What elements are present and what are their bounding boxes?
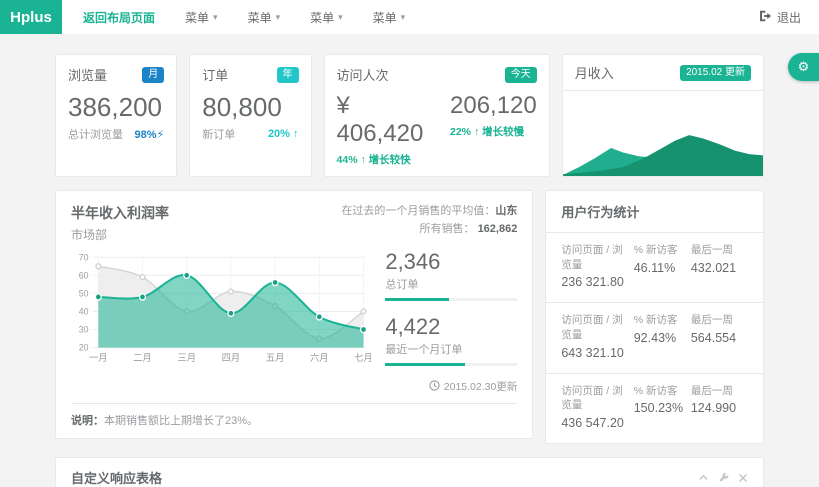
orders-sub-value: 20% ↑	[268, 128, 299, 140]
level-up-icon: ↑	[474, 126, 479, 138]
close-icon[interactable]	[738, 473, 748, 483]
logout-label: 退出	[777, 9, 801, 26]
sales-summary: 在过去的一个月销售的平均值：山东 所有销售： 162,862	[341, 203, 517, 243]
orders-card: 订单 年 80,800 新订单 20% ↑	[189, 54, 311, 177]
level-up-icon: ↑	[293, 128, 299, 140]
orders-value: 80,800	[202, 92, 298, 123]
orders-month-label: 最近一个月订单	[385, 341, 517, 357]
app-logo[interactable]: Hplus	[0, 0, 62, 34]
revenue-sparkline-chart	[563, 120, 763, 176]
visits-card: 访问人次 今天 ¥ 406,420 44% ↑ 增长较快 206,120 22%…	[324, 54, 550, 177]
svg-text:30: 30	[79, 324, 89, 334]
orders-total-label: 总订单	[385, 276, 517, 292]
top-navbar: Hplus 返回布局页面 菜单▾ 菜单▾ 菜单▾ 菜单▾ 退出	[0, 0, 819, 34]
svg-text:一月: 一月	[89, 353, 108, 364]
nav-home-link[interactable]: 返回布局页面	[68, 0, 170, 34]
sales-total-value: 162,862	[478, 223, 518, 235]
orders-sub-label: 新订单	[202, 126, 235, 142]
orders-total-progressbar	[385, 298, 517, 301]
logout-button[interactable]: 退出	[741, 0, 819, 34]
orders-month-value: 4,422	[385, 314, 517, 340]
revenue-title: 月收入	[575, 63, 614, 82]
revenue-badge: 2015.02 更新	[680, 65, 751, 81]
orders-badge: 年	[277, 67, 299, 83]
visits-col-1: ¥ 406,420 44% ↑ 增长较快	[337, 92, 424, 167]
orders-month-progressbar	[385, 363, 517, 366]
level-up-icon: ↑	[360, 154, 365, 166]
nav-menu-3[interactable]: 菜单▾	[295, 0, 358, 34]
sales-avg-value: 山东	[495, 205, 517, 217]
svg-text:三月: 三月	[177, 353, 196, 364]
caret-down-icon: ▾	[401, 12, 406, 23]
gear-icon: ⚙	[798, 59, 810, 75]
views-badge: 月	[142, 67, 164, 83]
sales-stats: 2,346 总订单 4,422 最近一个月订单 2015.02.30更新	[371, 249, 517, 394]
orders-total-value: 2,346	[385, 249, 517, 275]
svg-text:60: 60	[79, 270, 89, 280]
visits-badge: 今天	[505, 67, 537, 83]
user-stats-row: 访问页面 / 浏览量436 547.20 % 新访客150.23% 最后一周12…	[546, 374, 763, 443]
user-stats-panel: 用户行为统计 访问页面 / 浏览量236 321.80 % 新访客46.11% …	[545, 190, 764, 444]
caret-down-icon: ▾	[213, 12, 218, 23]
main-content: 浏览量 月 386,200 总计浏览量 98%⚡ 订单 年 80,800 新订单…	[0, 34, 819, 487]
user-stats-title: 用户行为统计	[546, 191, 763, 233]
card-tools	[698, 472, 748, 483]
caret-down-icon: ▾	[276, 12, 281, 23]
visits-sub-1: 44% ↑ 增长较快	[337, 152, 424, 167]
user-stats-row: 访问页面 / 浏览量236 321.80 % 新访客46.11% 最后一周432…	[546, 233, 763, 303]
views-title: 浏览量	[68, 65, 107, 84]
views-sub-label: 总计浏览量	[68, 126, 123, 142]
svg-text:20: 20	[79, 342, 89, 352]
svg-text:50: 50	[79, 288, 89, 298]
svg-text:五月: 五月	[266, 353, 285, 364]
sales-line-chart: 20 30 40 50 60 70 一月 二月 三月 四月 五月 六月 七月	[71, 249, 371, 364]
views-value: 386,200	[68, 92, 164, 123]
middle-row: 半年收入利润率 市场部 在过去的一个月销售的平均值：山东 所有销售： 162,8…	[55, 190, 764, 444]
views-sub-value: 98%⚡	[135, 128, 165, 141]
revenue-card: 月收入 2015.02 更新	[562, 54, 764, 177]
nav-menu-4[interactable]: 菜单▾	[358, 0, 421, 34]
bottom-row: 自定义响应表格 天 周 月 搜索	[55, 457, 764, 487]
svg-text:二月: 二月	[133, 353, 152, 364]
stat-cards-row: 浏览量 月 386,200 总计浏览量 98%⚡ 订单 年 80,800 新订单…	[55, 54, 764, 177]
svg-text:七月: 七月	[354, 353, 371, 364]
sales-title: 半年收入利润率	[71, 203, 169, 223]
sales-subtitle: 市场部	[71, 226, 169, 243]
updated-timestamp: 2015.02.30更新	[385, 379, 517, 394]
sales-chart-card: 半年收入利润率 市场部 在过去的一个月销售的平均值：山东 所有销售： 162,8…	[55, 190, 533, 439]
svg-text:六月: 六月	[310, 352, 329, 364]
orders-title: 订单	[202, 65, 228, 84]
table-card-title: 自定义响应表格	[71, 468, 162, 487]
views-card: 浏览量 月 386,200 总计浏览量 98%⚡	[55, 54, 177, 177]
sales-note: 说明：本期销售额比上期增长了23%。	[71, 403, 517, 428]
svg-text:70: 70	[79, 252, 89, 262]
clock-icon	[429, 380, 440, 394]
caret-down-icon: ▾	[338, 12, 343, 23]
visits-sub-2: 22% ↑ 增长较慢	[450, 124, 537, 139]
visits-value-1: ¥ 406,420	[337, 92, 424, 148]
responsive-table-card: 自定义响应表格 天 周 月 搜索	[55, 457, 764, 487]
visits-title: 访问人次	[337, 65, 389, 84]
svg-text:四月: 四月	[222, 353, 241, 364]
wrench-icon[interactable]	[718, 472, 729, 483]
nav-menu-2[interactable]: 菜单▾	[233, 0, 296, 34]
collapse-icon[interactable]	[698, 472, 709, 483]
sign-out-icon	[759, 10, 772, 25]
settings-gear-button[interactable]: ⚙	[788, 53, 819, 81]
svg-text:40: 40	[79, 306, 89, 316]
nav-menu-1[interactable]: 菜单▾	[170, 0, 233, 34]
navbar-spacer	[420, 0, 741, 34]
user-stats-row: 访问页面 / 浏览量643 321.10 % 新访客92.43% 最后一周564…	[546, 303, 763, 373]
bolt-icon: ⚡	[157, 129, 165, 141]
visits-col-2: 206,120 22% ↑ 增长较慢	[450, 92, 537, 167]
visits-value-2: 206,120	[450, 92, 537, 120]
